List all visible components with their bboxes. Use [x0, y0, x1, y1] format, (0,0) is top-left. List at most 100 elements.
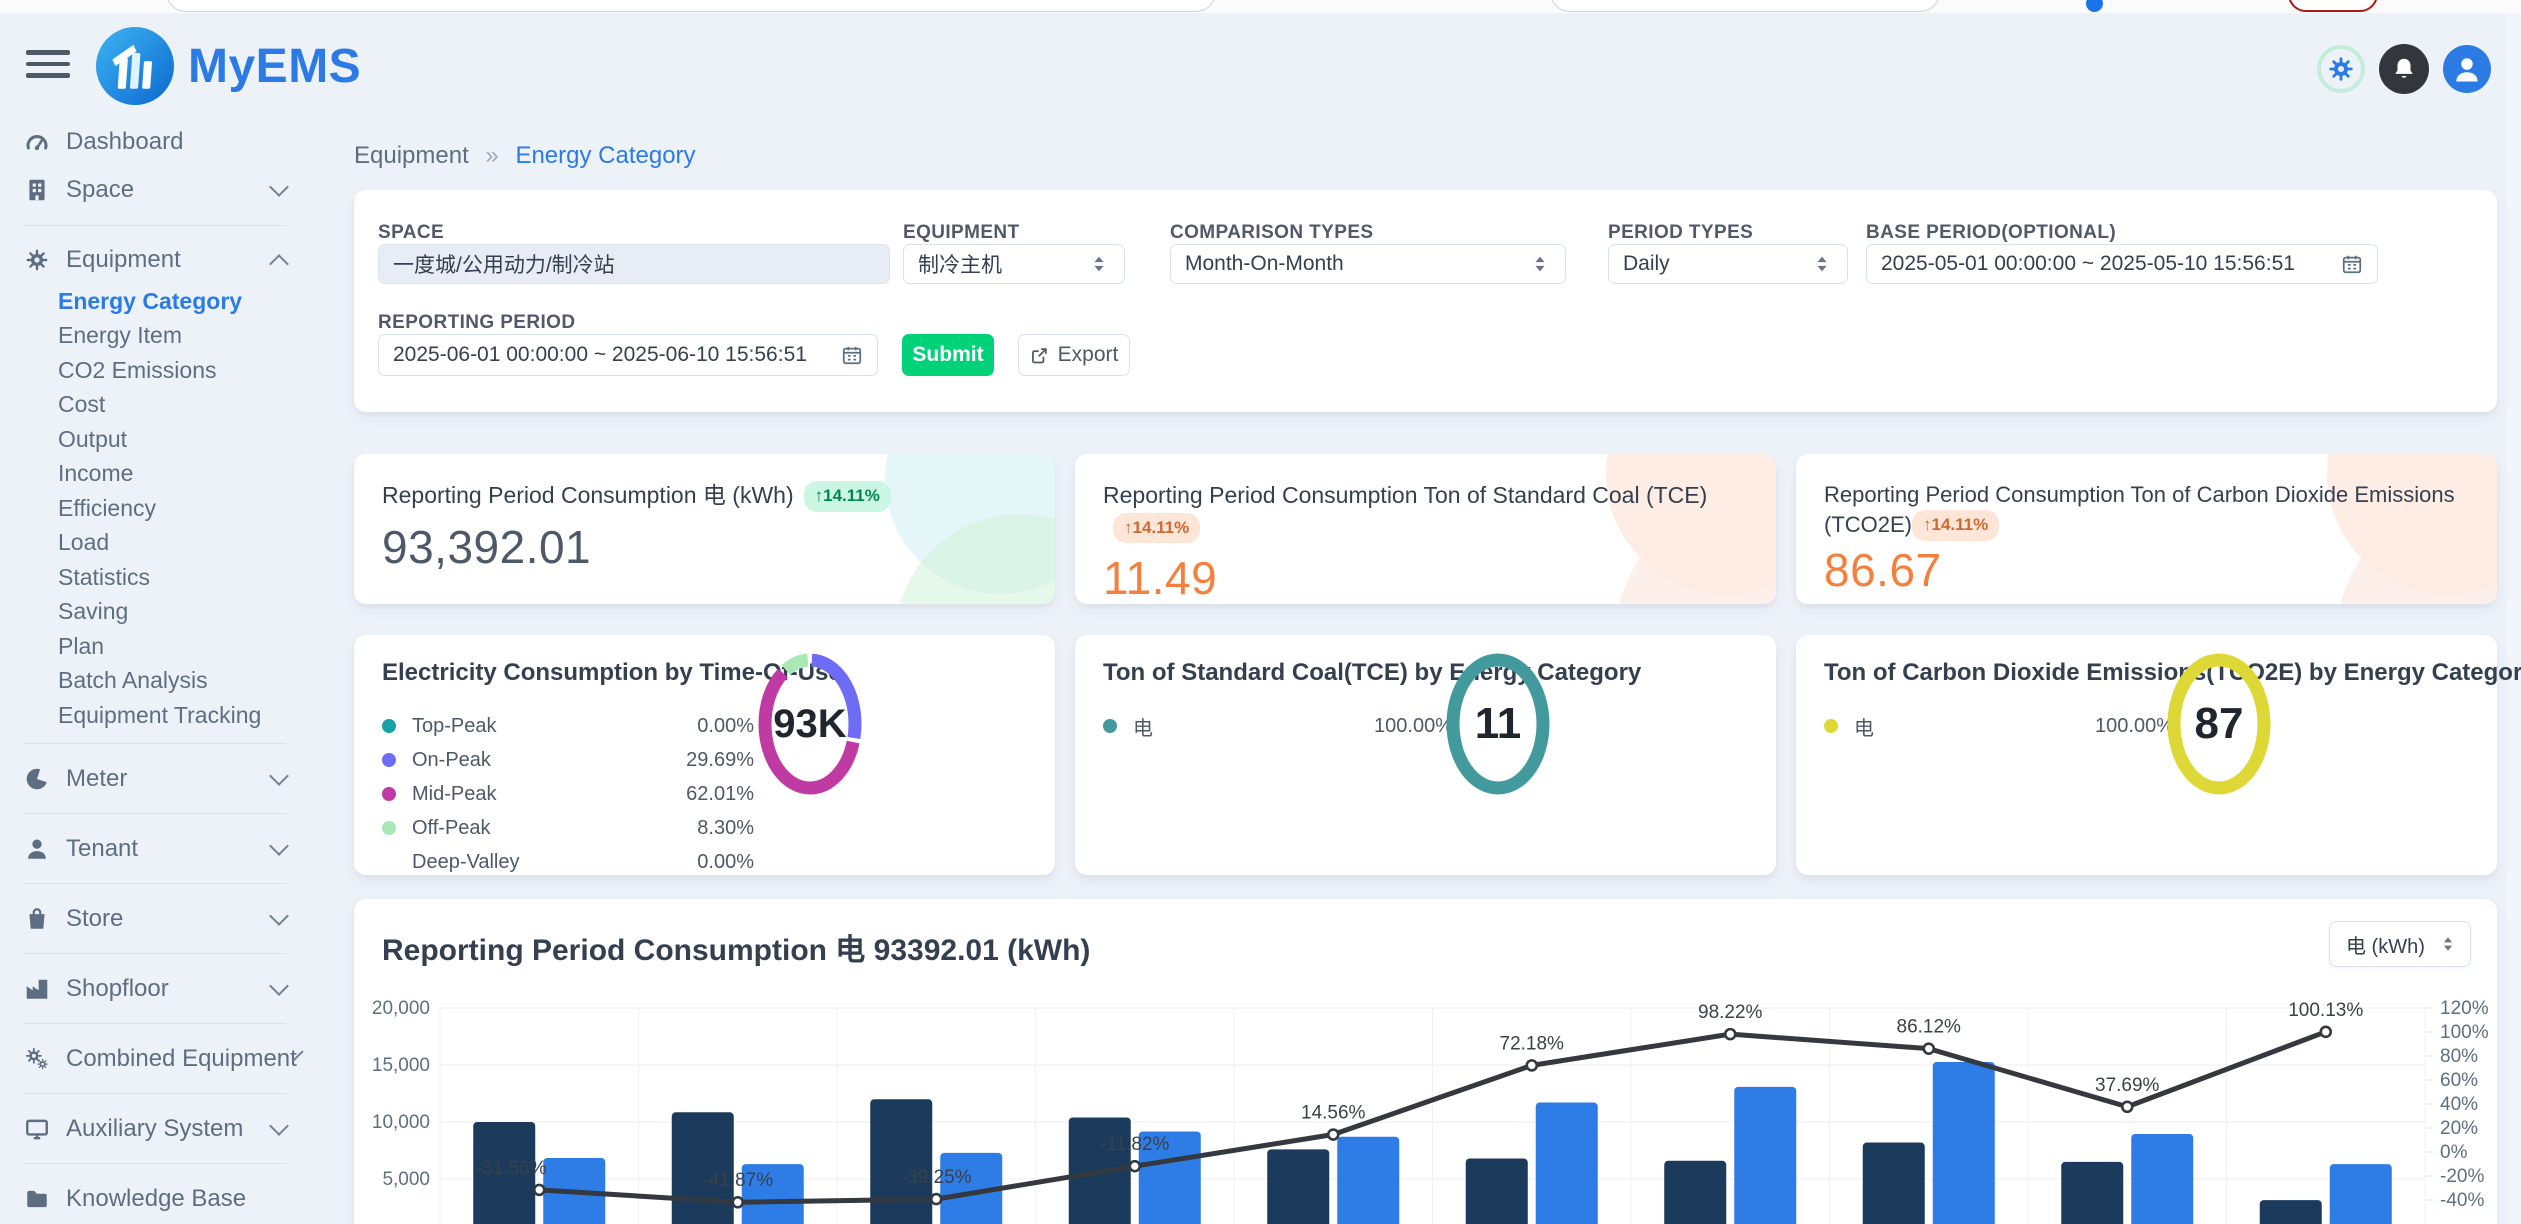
space-value: 一度城/公用动力/制冷站	[393, 249, 875, 279]
legend-value: 29.69%	[686, 749, 754, 772]
sidebar-subitem-efficiency[interactable]: Efficiency	[0, 491, 306, 526]
sidebar-item-label: Auxiliary System	[66, 1115, 272, 1143]
sidebar-item-label: Store	[66, 905, 272, 933]
sidebar-subitem-statistics[interactable]: Statistics	[0, 560, 306, 595]
comparison-types-select[interactable]: Month-On-Month	[1170, 244, 1566, 284]
user-avatar-icon[interactable]	[2443, 45, 2491, 93]
sidebar-divider	[0, 873, 306, 895]
svg-text:20%: 20%	[2440, 1118, 2478, 1139]
svg-text:5,000: 5,000	[382, 1169, 430, 1190]
stepper-icon	[1811, 253, 1833, 275]
sidebar-toggle-button[interactable]	[26, 50, 70, 82]
sidebar-subitem-energy-item[interactable]: Energy Item	[0, 319, 306, 354]
export-icon	[1030, 346, 1049, 365]
legend-item-[interactable]: 电100.00%	[1103, 709, 1453, 743]
sidebar-divider	[0, 214, 306, 236]
submit-button[interactable]: Submit	[902, 334, 994, 376]
sidebar-divider	[0, 943, 306, 965]
summary-card-kwh: Reporting Period Consumption 电 (kWh)↑14.…	[354, 454, 1055, 604]
svg-text:37.69%: 37.69%	[2095, 1075, 2160, 1096]
legend-dot-icon	[382, 753, 396, 767]
export-button[interactable]: Export	[1018, 334, 1130, 376]
sidebar-item-dashboard[interactable]: Dashboard	[0, 118, 306, 166]
consumption-bar-line-chart[interactable]: 20,00015,00010,0005,000120%100%80%60%40%…	[354, 899, 2497, 1224]
gears-icon	[24, 1046, 50, 1072]
breadcrumb-current[interactable]: Energy Category	[515, 142, 695, 169]
sidebar-subitem-energy-category[interactable]: Energy Category	[0, 284, 306, 319]
browser-extension-icon	[2086, 0, 2103, 12]
legend-value: 62.01%	[686, 783, 754, 806]
donut-legend: 电100.00%	[1824, 709, 2174, 743]
donut-center-value: 93K	[757, 651, 863, 797]
sidebar-item-knowledge-base[interactable]: Knowledge Base	[0, 1175, 306, 1223]
sidebar-item-label: Knowledge Base	[66, 1185, 286, 1213]
sidebar-item-meter[interactable]: Meter	[0, 755, 306, 803]
sidebar-subitem-cost[interactable]: Cost	[0, 388, 306, 423]
base-period-input[interactable]: 2025-05-01 00:00:00 ~ 2025-05-10 15:56:5…	[1866, 244, 2378, 284]
calendar-icon	[2341, 253, 2363, 275]
svg-text:-41.87%: -41.87%	[702, 1170, 773, 1191]
legend-item-on-peak[interactable]: On-Peak29.69%	[382, 743, 754, 777]
sidebar-item-tenant[interactable]: Tenant	[0, 825, 306, 873]
donut-chart-tce: 11	[1445, 651, 1551, 797]
legend-dot-icon	[382, 787, 396, 801]
brand-logo[interactable]: MyEMS	[96, 27, 361, 105]
browser-pill-artifact	[2288, 0, 2378, 12]
sidebar-subitem-income[interactable]: Income	[0, 457, 306, 492]
sidebar-item-store[interactable]: Store	[0, 895, 306, 943]
bag-icon	[24, 906, 50, 932]
sidebar-item-space[interactable]: Space	[0, 166, 306, 214]
summary-card-title: Reporting Period Consumption Ton of Stan…	[1103, 482, 1707, 508]
sidebar-item-combined-equipment[interactable]: Combined Equipment	[0, 1035, 306, 1083]
legend-item-top-peak[interactable]: Top-Peak0.00%	[382, 709, 754, 743]
sidebar-subitem-co2-emissions[interactable]: CO2 Emissions	[0, 353, 306, 388]
legend-item-deep-valley[interactable]: Deep-Valley0.00%	[382, 845, 754, 879]
summary-card-value: 11.49	[1103, 551, 1748, 604]
svg-text:-11.82%: -11.82%	[1100, 1134, 1169, 1155]
gear-icon	[24, 247, 50, 273]
settings-gear-icon[interactable]	[2317, 45, 2365, 93]
sidebar-item-auxiliary-system[interactable]: Auxiliary System	[0, 1105, 306, 1153]
chevron-down-icon	[269, 976, 289, 996]
legend-dot-icon	[382, 719, 396, 733]
donut-legend: 电100.00%	[1103, 709, 1453, 743]
donut-card-title: Ton of Standard Coal(TCE) by Energy Cate…	[1103, 659, 1748, 687]
breadcrumb-separator: »	[485, 142, 498, 169]
legend-item-off-peak[interactable]: Off-Peak8.30%	[382, 811, 754, 845]
sidebar-subitem-load[interactable]: Load	[0, 526, 306, 561]
donut-card-tce: Ton of Standard Coal(TCE) by Energy Cate…	[1075, 635, 1776, 875]
legend-item-mid-peak[interactable]: Mid-Peak62.01%	[382, 777, 754, 811]
breadcrumb-parent[interactable]: Equipment	[354, 142, 469, 169]
equipment-value: 制冷主机	[918, 249, 1088, 279]
summary-card-title: Reporting Period Consumption 电 (kWh)	[382, 482, 794, 508]
space-input[interactable]: 一度城/公用动力/制冷站	[378, 244, 890, 284]
notification-bell-icon[interactable]	[2379, 44, 2429, 94]
legend-value: 0.00%	[697, 715, 754, 738]
sidebar-item-shopfloor[interactable]: Shopfloor	[0, 965, 306, 1013]
chevron-down-icon	[269, 766, 289, 786]
sidebar-subitem-saving[interactable]: Saving	[0, 595, 306, 630]
sidebar-subitem-output[interactable]: Output	[0, 422, 306, 457]
sidebar-subitem-plan[interactable]: Plan	[0, 629, 306, 664]
svg-text:20,000: 20,000	[372, 998, 430, 1019]
sidebar-item-equipment[interactable]: Equipment	[0, 236, 306, 284]
period-types-label: PERIOD TYPES	[1608, 222, 1753, 244]
svg-text:-20%: -20%	[2440, 1166, 2484, 1187]
sidebar-item-label: Shopfloor	[66, 975, 272, 1003]
svg-text:120%: 120%	[2440, 998, 2489, 1019]
donut-center-value: 87	[2166, 651, 2272, 797]
legend-dot-icon	[1824, 719, 1838, 733]
sidebar-subitem-batch-analysis[interactable]: Batch Analysis	[0, 664, 306, 699]
period-types-select[interactable]: Daily	[1608, 244, 1848, 284]
chevron-down-icon	[269, 177, 289, 197]
comparison-types-label: COMPARISON TYPES	[1170, 222, 1373, 244]
page-scrollbar[interactable]	[2507, 13, 2521, 1224]
summary-card-value: 93,392.01	[382, 520, 1027, 574]
legend-name: Off-Peak	[412, 817, 491, 840]
sidebar-subitem-equipment-tracking[interactable]: Equipment Tracking	[0, 698, 306, 733]
legend-item-[interactable]: 电100.00%	[1824, 709, 2174, 743]
donut-card-title: Ton of Carbon Dioxide Emissions(TCO2E) b…	[1824, 659, 2469, 687]
svg-text:100%: 100%	[2440, 1022, 2489, 1043]
equipment-select[interactable]: 制冷主机	[903, 244, 1125, 284]
reporting-period-input[interactable]: 2025-06-01 00:00:00 ~ 2025-06-10 15:56:5…	[378, 334, 878, 376]
